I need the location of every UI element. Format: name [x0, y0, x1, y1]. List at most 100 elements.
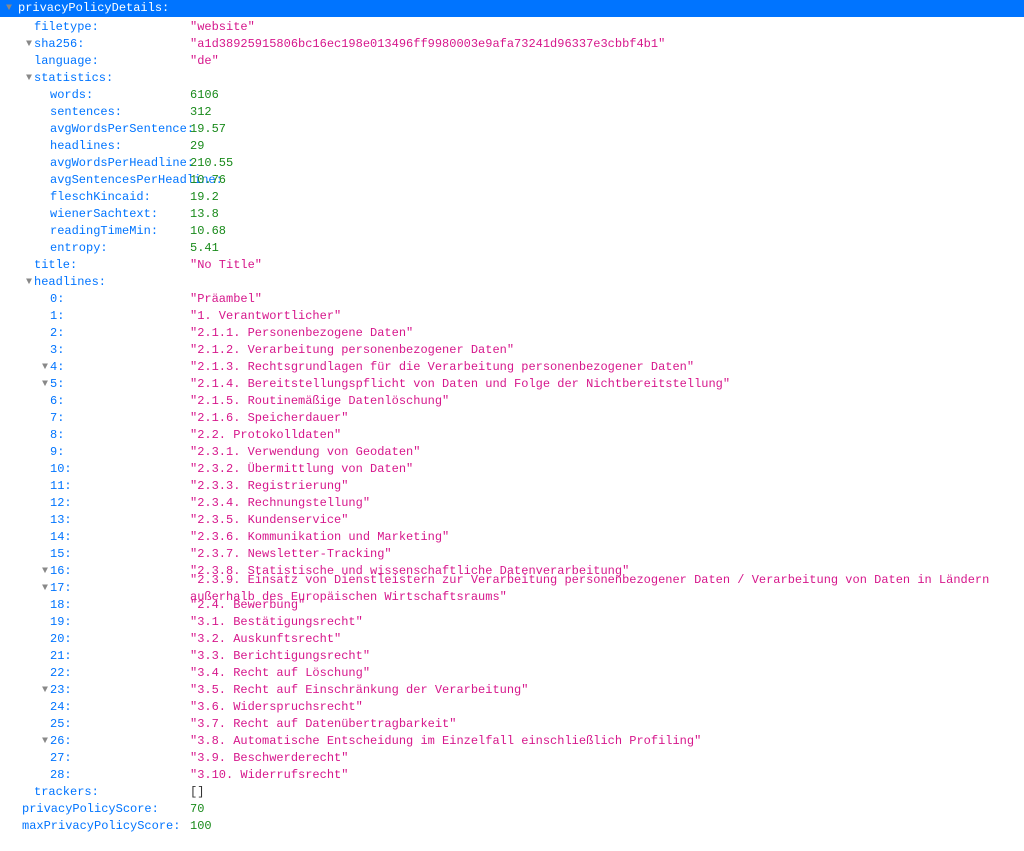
root-header[interactable]: ▼ privacyPolicyDetails: — [0, 0, 1024, 17]
json-value: 13.8 — [190, 206, 219, 223]
json-key: 24: — [50, 699, 210, 716]
expand-icon[interactable]: ▼ — [40, 565, 50, 579]
json-value: 70 — [190, 801, 204, 818]
json-key: headlines: — [34, 274, 194, 291]
json-key: 13: — [50, 512, 210, 529]
tree-row[interactable]: title:"No Title" — [0, 257, 1024, 274]
tree-row[interactable]: avgWordsPerSentence:19.57 — [0, 121, 1024, 138]
json-value: "3.3. Berichtigungsrecht" — [190, 648, 370, 665]
root-key: privacyPolicyDetails: — [18, 0, 169, 17]
tree-row[interactable]: sentences:312 — [0, 104, 1024, 121]
tree-row[interactable]: 11:"2.3.3. Registrierung" — [0, 478, 1024, 495]
tree-row[interactable]: 19:"3.1. Bestätigungsrecht" — [0, 614, 1024, 631]
tree-row[interactable]: 28:"3.10. Widerrufsrecht" — [0, 767, 1024, 784]
json-key: sha256: — [34, 36, 194, 53]
expand-icon[interactable]: ▼ — [40, 735, 50, 749]
tree-row[interactable]: 24:"3.6. Widerspruchsrecht" — [0, 699, 1024, 716]
tree-row[interactable]: headlines:29 — [0, 138, 1024, 155]
json-value: "2.3.7. Newsletter-Tracking" — [190, 546, 392, 563]
json-value: "3.2. Auskunftsrecht" — [190, 631, 341, 648]
json-value: "2.3.2. Übermittlung von Daten" — [190, 461, 413, 478]
tree-row[interactable]: ▼23:"3.5. Recht auf Einschränkung der Ve… — [0, 682, 1024, 699]
expand-icon[interactable]: ▼ — [40, 684, 50, 698]
json-key: fleschKincaid: — [50, 189, 210, 206]
tree-row[interactable]: 12:"2.3.4. Rechnungstellung" — [0, 495, 1024, 512]
json-key: 26: — [50, 733, 210, 750]
tree-row[interactable]: trackers:[] — [0, 784, 1024, 801]
json-key: 15: — [50, 546, 210, 563]
json-key: 6: — [50, 393, 210, 410]
tree-row[interactable]: 0:"Präambel" — [0, 291, 1024, 308]
tree-row[interactable]: 9:"2.3.1. Verwendung von Geodaten" — [0, 444, 1024, 461]
tree-row[interactable]: fleschKincaid:19.2 — [0, 189, 1024, 206]
expand-icon[interactable]: ▼ — [40, 582, 50, 596]
tree-row[interactable]: 7:"2.1.6. Speicherdauer" — [0, 410, 1024, 427]
tree-row[interactable]: 3:"2.1.2. Verarbeitung personenbezogener… — [0, 342, 1024, 359]
tree-row[interactable]: 21:"3.3. Berichtigungsrecht" — [0, 648, 1024, 665]
json-key: avgWordsPerHeadline: — [50, 155, 210, 172]
tree-row[interactable]: avgSentencesPerHeadline:10.76 — [0, 172, 1024, 189]
json-key: 22: — [50, 665, 210, 682]
tree-row[interactable]: words:6106 — [0, 87, 1024, 104]
json-value: "3.9. Beschwerderecht" — [190, 750, 348, 767]
json-value: 19.2 — [190, 189, 219, 206]
tree-row[interactable]: 25:"3.7. Recht auf Datenübertragbarkeit" — [0, 716, 1024, 733]
tree-row[interactable]: 1:"1. Verantwortlicher" — [0, 308, 1024, 325]
json-key: 28: — [50, 767, 210, 784]
json-value: 312 — [190, 104, 212, 121]
tree-row[interactable]: 10:"2.3.2. Übermittlung von Daten" — [0, 461, 1024, 478]
tree-row[interactable]: ▼headlines: — [0, 274, 1024, 291]
tree-row[interactable]: 14:"2.3.6. Kommunikation und Marketing" — [0, 529, 1024, 546]
tree-row[interactable]: privacyPolicyScore: 70 — [0, 801, 1024, 818]
tree-row[interactable]: ▼26:"3.8. Automatische Entscheidung im E… — [0, 733, 1024, 750]
json-key: 0: — [50, 291, 210, 308]
json-value: "2.1.4. Bereitstellungspflicht von Daten… — [190, 376, 730, 393]
json-value: "2.3.3. Registrierung" — [190, 478, 348, 495]
json-key: words: — [50, 87, 210, 104]
json-value: "3.5. Recht auf Einschränkung der Verarb… — [190, 682, 528, 699]
tree-row[interactable]: ▼4:"2.1.3. Rechtsgrundlagen für die Vera… — [0, 359, 1024, 376]
tree-row[interactable]: 22:"3.4. Recht auf Löschung" — [0, 665, 1024, 682]
expand-icon[interactable]: ▼ — [24, 276, 34, 290]
json-value: "2.3.6. Kommunikation und Marketing" — [190, 529, 449, 546]
tree-row[interactable]: language:"de" — [0, 53, 1024, 70]
tree-row[interactable]: ▼statistics: — [0, 70, 1024, 87]
tree-row[interactable]: 20:"3.2. Auskunftsrecht" — [0, 631, 1024, 648]
expand-icon[interactable]: ▼ — [40, 378, 50, 392]
json-key: language: — [34, 53, 194, 70]
json-key: trackers: — [34, 784, 194, 801]
tree-row[interactable]: 18:"2.4. Bewerbung" — [0, 597, 1024, 614]
collapse-icon: ▼ — [4, 2, 14, 16]
tree-row[interactable]: ▼17:"2.3.9. Einsatz von Dienstleistern z… — [0, 580, 1024, 597]
tree-row[interactable]: readingTimeMin:10.68 — [0, 223, 1024, 240]
tree-row[interactable]: 6:"2.1.5. Routinemäßige Datenlöschung" — [0, 393, 1024, 410]
json-key: sentences: — [50, 104, 210, 121]
tree-row[interactable]: 27:"3.9. Beschwerderecht" — [0, 750, 1024, 767]
json-value: "2.1.6. Speicherdauer" — [190, 410, 348, 427]
tree-row[interactable]: 2:"2.1.1. Personenbezogene Daten" — [0, 325, 1024, 342]
expand-icon[interactable]: ▼ — [24, 72, 34, 86]
expand-icon[interactable]: ▼ — [24, 38, 34, 52]
json-value: 19.57 — [190, 121, 226, 138]
json-value: "2.1.5. Routinemäßige Datenlöschung" — [190, 393, 449, 410]
json-tree: filetype:"website"▼sha256:"a1d3892591580… — [0, 17, 1024, 841]
tree-row[interactable]: ▼sha256:"a1d38925915806bc16ec198e013496f… — [0, 36, 1024, 53]
json-value: "No Title" — [190, 257, 262, 274]
json-key: 21: — [50, 648, 210, 665]
tree-row[interactable]: 13:"2.3.5. Kundenservice" — [0, 512, 1024, 529]
expand-icon[interactable]: ▼ — [40, 361, 50, 375]
tree-row[interactable]: 15:"2.3.7. Newsletter-Tracking" — [0, 546, 1024, 563]
json-key: maxPrivacyPolicyScore: — [22, 818, 182, 835]
json-key: 27: — [50, 750, 210, 767]
json-key: privacyPolicyScore: — [22, 801, 182, 818]
json-value: 210.55 — [190, 155, 233, 172]
tree-row[interactable]: 8:"2.2. Protokolldaten" — [0, 427, 1024, 444]
tree-row[interactable]: ▼5:"2.1.4. Bereitstellungspflicht von Da… — [0, 376, 1024, 393]
tree-row[interactable]: entropy:5.41 — [0, 240, 1024, 257]
tree-row[interactable]: maxPrivacyPolicyScore:100 — [0, 818, 1024, 835]
tree-row[interactable]: filetype:"website" — [0, 19, 1024, 36]
json-value: "2.2. Protokolldaten" — [190, 427, 341, 444]
tree-row[interactable]: avgWordsPerHeadline:210.55 — [0, 155, 1024, 172]
tree-row[interactable]: wienerSachtext:13.8 — [0, 206, 1024, 223]
json-key: readingTimeMin: — [50, 223, 210, 240]
